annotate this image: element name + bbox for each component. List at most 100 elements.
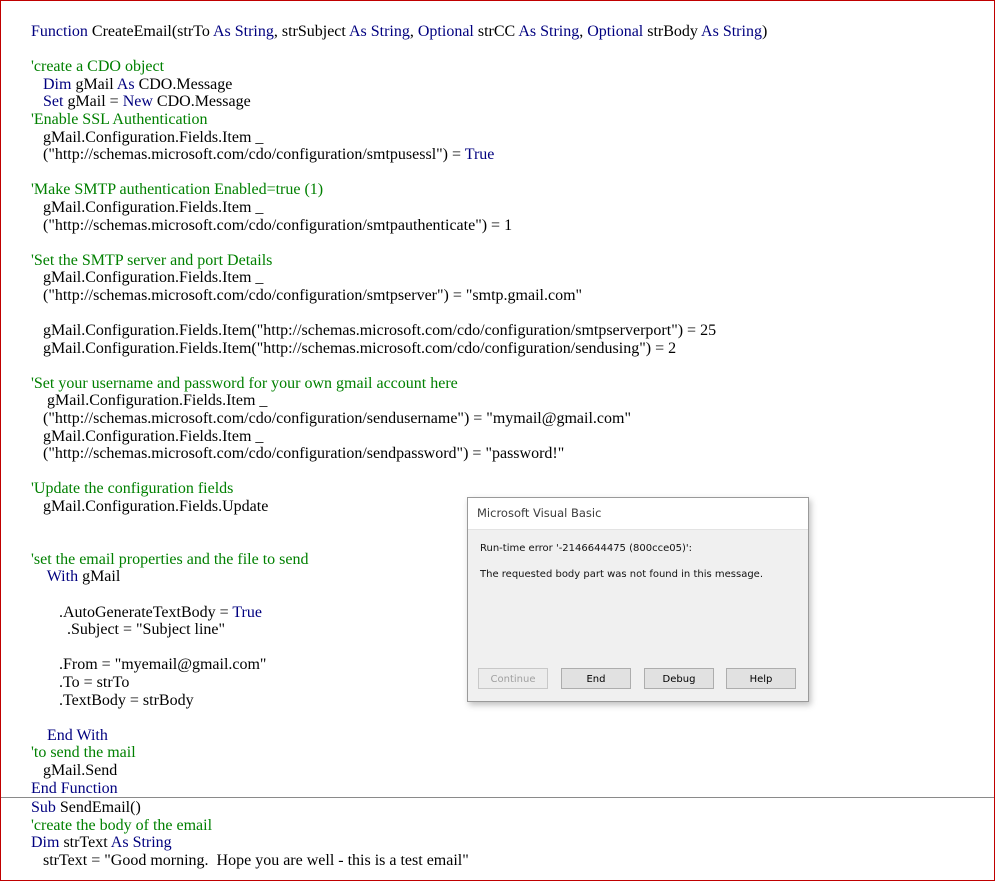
code-line[interactable]: gMail.Configuration.Fields.Item("http://… [31, 340, 767, 358]
code-line[interactable]: End With [31, 727, 767, 745]
comment-token: 'create a CDO object [31, 58, 165, 76]
comment-token: 'Enable SSL Authentication [31, 110, 208, 128]
keyword-token: New [122, 93, 153, 111]
code-line[interactable]: 'create a CDO object [31, 58, 767, 76]
code-token: , strSubject [273, 23, 349, 40]
code-line[interactable] [31, 41, 767, 59]
keyword-token: As String [701, 23, 762, 40]
code-token: SendEmail() [59, 799, 141, 816]
code-line[interactable] [31, 234, 767, 252]
code-line[interactable]: 'to send the mail [31, 744, 767, 762]
code-window[interactable]: Function CreateEmail(strTo As String, st… [0, 0, 995, 881]
code-token: .Subject = "Subject line" [31, 621, 226, 639]
code-line[interactable]: gMail.Send [31, 762, 767, 780]
keyword-token: As String [212, 23, 274, 40]
comment-token: 'Set your username and password for your… [31, 374, 458, 392]
code-token: strCC [473, 23, 519, 40]
code-line[interactable]: 'Enable SSL Authentication [31, 111, 767, 129]
keyword-token: Sub [31, 799, 60, 816]
code-token: CDO.Message [152, 93, 251, 111]
code-line[interactable]: ("http://schemas.microsoft.com/cdo/confi… [31, 287, 767, 305]
code-token: .From = "myemail@gmail.com" [31, 656, 267, 674]
code-line[interactable]: gMail.Configuration.Fields.Item _ [31, 392, 767, 410]
keyword-token: As String [110, 834, 172, 852]
code-token: gMail.Send [31, 761, 118, 779]
code-line[interactable]: gMail.Configuration.Fields.Item _ [31, 199, 767, 217]
code-line[interactable]: Function CreateEmail(strTo As String, st… [31, 23, 767, 41]
keyword-token: Dim [31, 834, 60, 852]
code-line[interactable]: gMail.Configuration.Fields.Item _ [31, 269, 767, 287]
code-token: gMail.Configuration.Fields.Item _ [31, 128, 264, 146]
code-token: gMail.Configuration.Fields.Update [31, 498, 269, 516]
code-token: .To = strTo [31, 673, 130, 691]
code-token: gMail.Configuration.Fields.Item _ [31, 198, 264, 216]
code-line[interactable]: gMail.Configuration.Fields.Item _ [31, 129, 767, 147]
code-line[interactable]: Set gMail = New CDO.Message [31, 93, 767, 111]
code-token: ("http://schemas.microsoft.com/cdo/confi… [31, 216, 513, 234]
code-line[interactable]: Dim strText As String [31, 834, 469, 852]
keyword-token: Function [31, 23, 92, 40]
code-line[interactable]: gMail.Configuration.Fields.Item("http://… [31, 322, 767, 340]
code-line[interactable] [31, 164, 767, 182]
code-token: gMail.Configuration.Fields.Item _ [31, 392, 268, 410]
code-token: ("http://schemas.microsoft.com/cdo/confi… [31, 410, 631, 428]
comment-token: 'set the email properties and the file t… [31, 550, 309, 568]
code-line[interactable]: 'Make SMTP authentication Enabled=true (… [31, 181, 767, 199]
code-line[interactable]: 'create the body of the email [31, 817, 469, 835]
code-line[interactable] [31, 357, 767, 375]
code-line[interactable]: ("http://schemas.microsoft.com/cdo/confi… [31, 217, 767, 235]
comment-token: 'Set the SMTP server and port Details [31, 251, 273, 269]
code-line[interactable] [31, 463, 767, 481]
code-line[interactable]: 'Set your username and password for your… [31, 375, 767, 393]
code-line[interactable]: Sub SendEmail() [31, 799, 469, 817]
continue-button[interactable]: Continue [478, 668, 548, 689]
comment-token: 'Make SMTP authentication Enabled=true (… [31, 181, 324, 199]
keyword-token: End With [47, 726, 108, 744]
error-message-text: The requested body part was not found in… [480, 569, 763, 580]
code-line[interactable]: Dim gMail As CDO.Message [31, 76, 767, 94]
code-line[interactable]: 'Set the SMTP server and port Details [31, 252, 767, 270]
code-line[interactable]: End Function [31, 780, 767, 798]
dialog-title: Microsoft Visual Basic [468, 498, 808, 530]
code-line[interactable]: ("http://schemas.microsoft.com/cdo/confi… [31, 410, 767, 428]
code-line[interactable]: strText = "Good morning. Hope you are we… [31, 852, 469, 870]
keyword-token: As String [348, 23, 410, 40]
code-token: gMail.Configuration.Fields.Item("http://… [31, 339, 677, 357]
code-token: gMail.Configuration.Fields.Item _ [31, 427, 264, 445]
keyword-token: Optional [587, 23, 644, 40]
keyword-token: End Function [31, 779, 118, 797]
code-token: gMail [71, 75, 117, 93]
code-token: ("http://schemas.microsoft.com/cdo/confi… [31, 286, 583, 304]
code-line[interactable]: 'Update the configuration fields [31, 480, 767, 498]
keyword-token: Dim [43, 75, 72, 93]
code-line[interactable] [31, 709, 767, 727]
procedure-divider [1, 797, 994, 798]
keyword-token: Optional [417, 23, 474, 40]
code-token: strText [59, 834, 111, 852]
end-button[interactable]: End [561, 668, 631, 689]
help-button[interactable]: Help [726, 668, 796, 689]
code-token: ("http://schemas.microsoft.com/cdo/confi… [31, 146, 465, 164]
comment-token: 'to send the mail [31, 744, 136, 762]
keyword-token: True [232, 603, 262, 621]
code-token: ) [761, 23, 768, 40]
code-line[interactable] [31, 305, 767, 323]
error-dialog: Microsoft Visual Basic Run-time error '-… [467, 497, 809, 702]
code-token: gMail = [63, 93, 123, 111]
code-token: strBody [643, 23, 702, 40]
code-editor-sub[interactable]: Sub SendEmail()'create the body of the e… [31, 799, 469, 869]
code-token: , [409, 23, 418, 40]
keyword-token: With [46, 568, 79, 586]
keyword-token: As String [518, 23, 580, 40]
code-line[interactable]: ("http://schemas.microsoft.com/cdo/confi… [31, 146, 767, 164]
code-token: CDO.Message [134, 75, 233, 93]
code-token: CreateEmail(strTo [91, 23, 213, 40]
code-line[interactable]: gMail.Configuration.Fields.Item _ [31, 428, 767, 446]
code-line[interactable]: ("http://schemas.microsoft.com/cdo/confi… [31, 445, 767, 463]
code-token: .TextBody = strBody [31, 691, 194, 709]
debug-button[interactable]: Debug [644, 668, 714, 689]
